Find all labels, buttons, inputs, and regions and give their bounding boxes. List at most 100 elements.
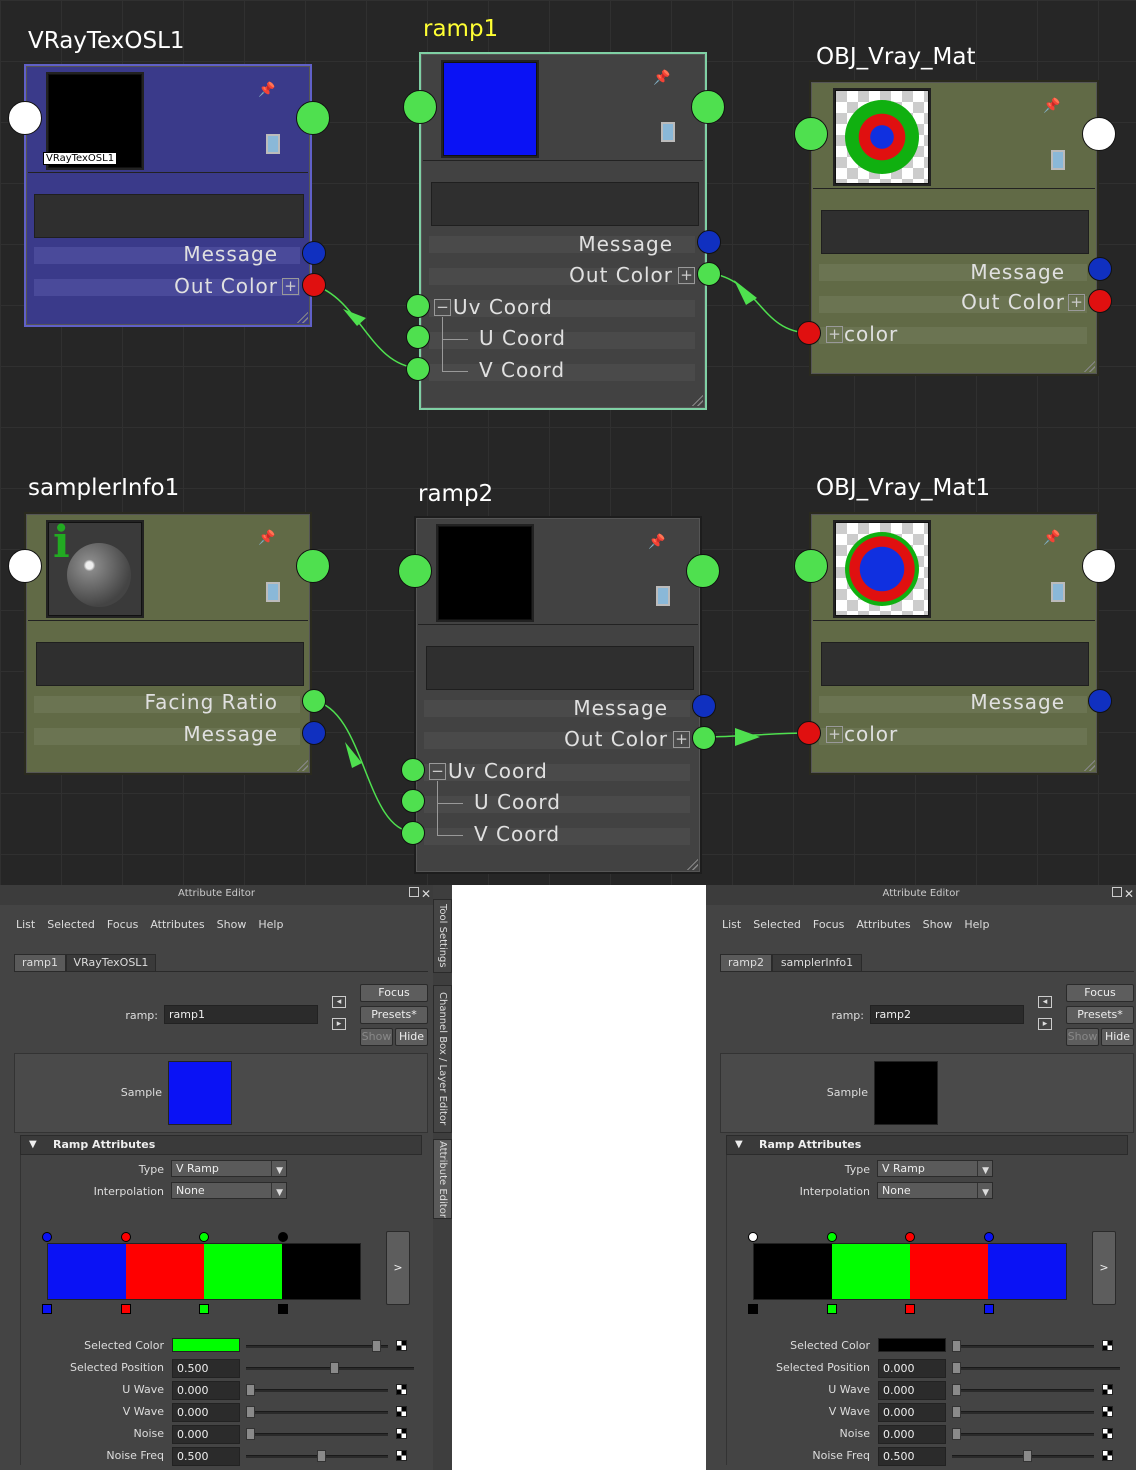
ramp-color-handle[interactable]	[42, 1232, 52, 1242]
node-search-field[interactable]	[36, 642, 304, 686]
ramp-delete-marker[interactable]	[905, 1304, 915, 1314]
pin-icon[interactable]: 📌	[258, 82, 280, 98]
port-u-coord[interactable]	[401, 789, 425, 813]
expand-icon[interactable]: +	[673, 731, 690, 748]
menu-focus[interactable]: Focus	[107, 918, 138, 931]
section-header[interactable]: ▼ Ramp Attributes	[20, 1135, 422, 1155]
map-texture-icon[interactable]	[396, 1406, 407, 1417]
resize-handle-icon[interactable]	[294, 757, 308, 771]
menu-focus[interactable]: Focus	[813, 918, 844, 931]
collapse-arrow-icon[interactable]: ▼	[735, 1136, 743, 1154]
expand-icon[interactable]: +	[678, 267, 695, 284]
ramp-color-handle[interactable]	[199, 1232, 209, 1242]
section-header[interactable]: ▼ Ramp Attributes	[726, 1135, 1128, 1155]
map-texture-icon[interactable]	[396, 1384, 407, 1395]
menu-show[interactable]: Show	[923, 918, 953, 931]
field-slider[interactable]	[246, 1345, 388, 1348]
map-texture-icon[interactable]	[396, 1450, 407, 1461]
input-port[interactable]	[403, 90, 437, 124]
node-name-field[interactable]: ramp2	[870, 1005, 1024, 1024]
hypershade-graph[interactable]: VRayTexOSL1 VRayTexOSL1 📌 Message Out Co…	[0, 0, 1136, 885]
collapse-icon[interactable]: −	[429, 763, 446, 780]
field-slider[interactable]	[246, 1433, 388, 1436]
port-out-color[interactable]	[692, 726, 716, 750]
port-message[interactable]	[1088, 257, 1112, 281]
field-value-input[interactable]: 0.000	[878, 1403, 946, 1422]
output-connection-icon[interactable]: ▸	[332, 1018, 346, 1030]
node-search-field[interactable]	[821, 210, 1089, 254]
map-texture-icon[interactable]	[1102, 1384, 1113, 1395]
node-name-field[interactable]: ramp1	[164, 1005, 318, 1024]
float-window-icon[interactable]	[409, 887, 419, 897]
document-icon[interactable]	[1051, 582, 1065, 602]
expand-icon[interactable]: +	[826, 726, 843, 743]
focus-button[interactable]: Focus	[1066, 984, 1134, 1002]
map-texture-icon[interactable]	[396, 1428, 407, 1439]
ramp-delete-marker[interactable]	[277, 1304, 288, 1314]
output-port[interactable]	[296, 101, 330, 135]
pin-icon[interactable]: 📌	[1043, 98, 1065, 114]
map-texture-icon[interactable]	[1102, 1450, 1113, 1461]
ramp-delete-marker[interactable]	[983, 1304, 994, 1314]
port-color[interactable]	[797, 721, 821, 745]
document-icon[interactable]	[1051, 150, 1065, 170]
map-texture-icon[interactable]	[1102, 1428, 1113, 1439]
ramp-delete-marker[interactable]	[748, 1304, 758, 1314]
input-port[interactable]	[794, 549, 828, 583]
menu-selected[interactable]: Selected	[753, 918, 801, 931]
menu-attributes[interactable]: Attributes	[150, 918, 204, 931]
field-value-input[interactable]: 0.500	[172, 1447, 240, 1466]
resize-handle-icon[interactable]	[689, 392, 703, 406]
output-connection-icon[interactable]: ▸	[1038, 1018, 1052, 1030]
close-icon[interactable]: ✕	[421, 885, 431, 903]
document-icon[interactable]	[656, 586, 670, 606]
tab-secondary[interactable]: samplerInfo1	[772, 954, 862, 972]
node-search-field[interactable]	[821, 642, 1089, 686]
output-port[interactable]	[1082, 549, 1116, 583]
field-slider[interactable]	[952, 1389, 1094, 1392]
output-port[interactable]	[686, 554, 720, 588]
tab-primary[interactable]: ramp1	[14, 954, 66, 972]
field-value-input[interactable]: 0.000	[878, 1359, 946, 1378]
expand-ramp-button[interactable]: >	[386, 1231, 410, 1305]
slider-thumb[interactable]	[371, 1340, 381, 1352]
field-slider[interactable]	[952, 1367, 1120, 1370]
input-connection-icon[interactable]: ◂	[332, 996, 346, 1008]
ramp-delete-marker[interactable]	[199, 1304, 209, 1314]
node-search-field[interactable]	[431, 182, 699, 226]
port-out-color[interactable]	[1088, 289, 1112, 313]
node-search-field[interactable]	[34, 194, 304, 238]
menu-help[interactable]: Help	[258, 918, 283, 931]
float-window-icon[interactable]	[1112, 887, 1122, 897]
field-value-input[interactable]: 0.000	[172, 1425, 240, 1444]
presets-button[interactable]: Presets*	[1066, 1006, 1134, 1024]
output-port[interactable]	[296, 549, 330, 583]
output-port[interactable]	[691, 90, 725, 124]
document-icon[interactable]	[266, 134, 280, 154]
ramp-delete-marker[interactable]	[826, 1304, 837, 1314]
window-titlebar[interactable]: Attribute Editor ✕	[0, 885, 433, 905]
node-search-field[interactable]	[426, 646, 694, 690]
port-message[interactable]	[692, 694, 716, 718]
node-obj-vray-mat1[interactable]: 📌 Message + color	[809, 512, 1099, 775]
focus-button[interactable]: Focus	[360, 984, 428, 1002]
type-dropdown[interactable]: V Ramp ▼	[171, 1160, 287, 1177]
close-icon[interactable]: ✕	[1124, 885, 1134, 903]
ramp-gradient[interactable]	[753, 1243, 1067, 1300]
expand-icon[interactable]: +	[1068, 294, 1085, 311]
node-ramp2[interactable]: 📌 Message Out Color + − Uv Coord U Coord…	[414, 516, 702, 874]
field-slider[interactable]	[952, 1411, 1094, 1414]
port-v-coord[interactable]	[406, 357, 430, 381]
node-obj-vray-mat[interactable]: 📌 Message Out Color + + color	[809, 80, 1099, 376]
document-icon[interactable]	[661, 122, 675, 142]
document-icon[interactable]	[266, 582, 280, 602]
expand-icon[interactable]: +	[826, 326, 843, 343]
field-slider[interactable]	[952, 1345, 1094, 1348]
tab-secondary[interactable]: VRayTexOSL1	[66, 954, 156, 972]
port-out-color[interactable]	[697, 262, 721, 286]
tab-primary[interactable]: ramp2	[720, 954, 772, 972]
field-value-input[interactable]: 0.000	[878, 1425, 946, 1444]
side-tab-attribute-editor[interactable]: Attribute Editor	[433, 1139, 452, 1219]
presets-button[interactable]: Presets*	[360, 1006, 428, 1024]
window-titlebar[interactable]: Attribute Editor ✕	[706, 885, 1136, 905]
